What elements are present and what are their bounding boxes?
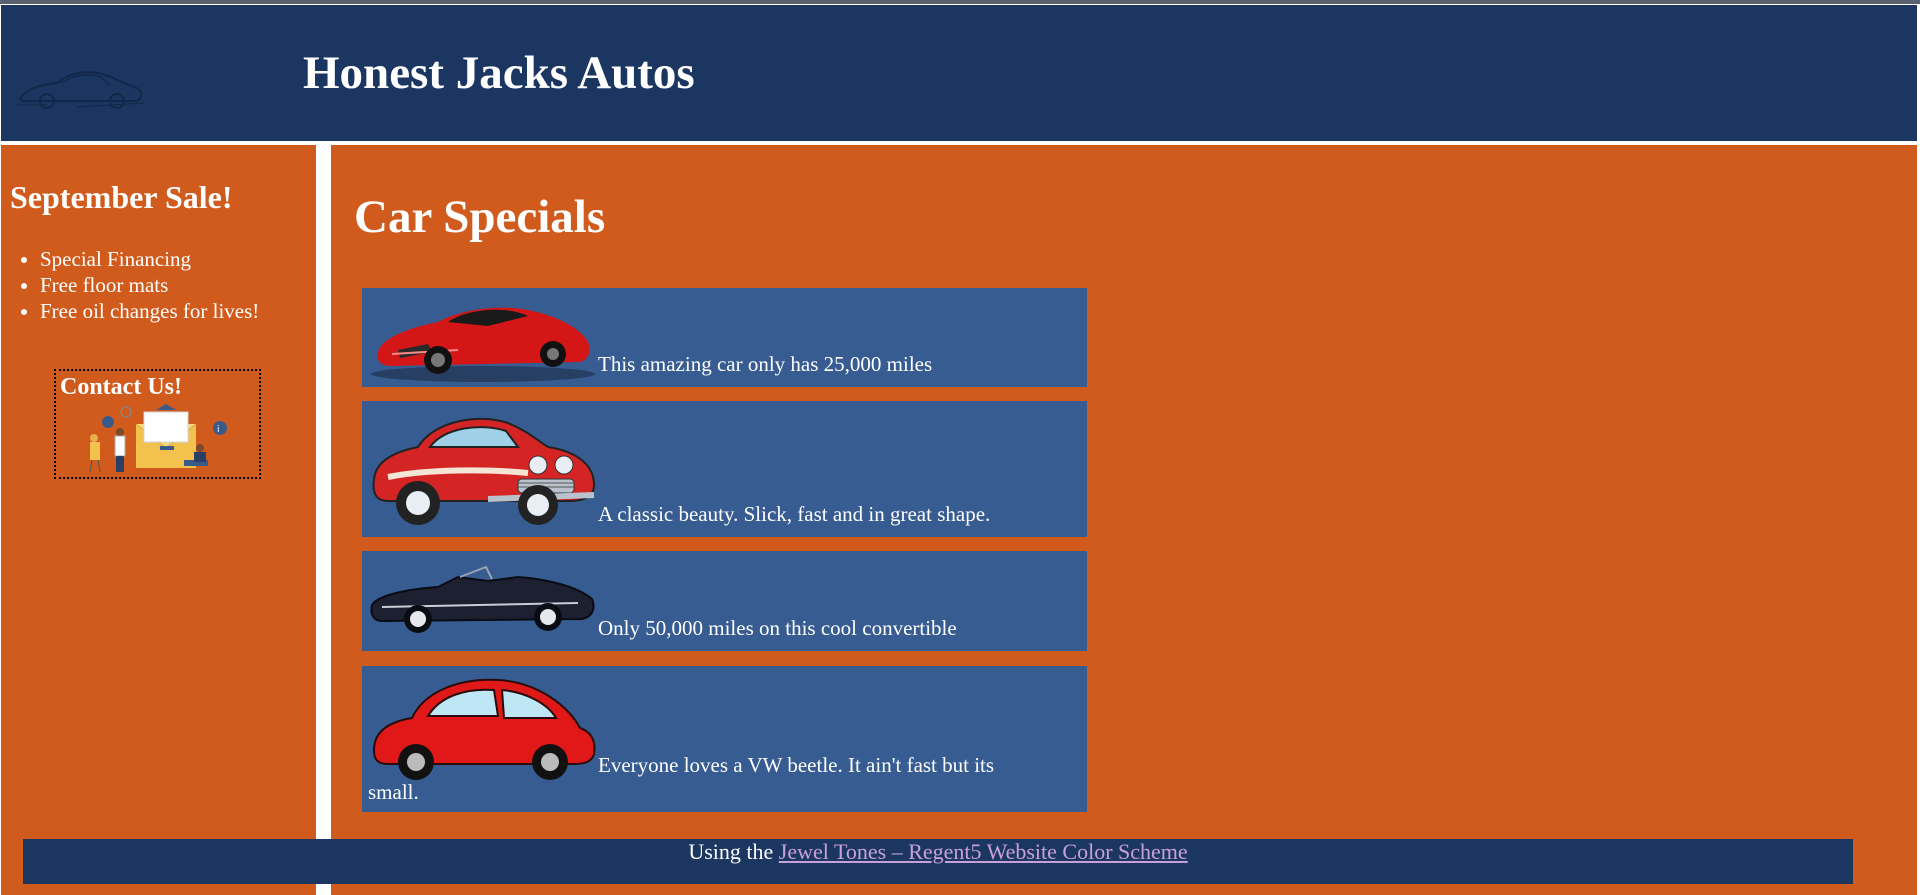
sale-list: Special Financing Free floor mats Free o… [1,246,259,324]
main-content: Car Specials This amazing car only has 2… [331,145,1917,895]
black-convertible-icon [368,557,598,647]
contact-box[interactable]: Contact Us! i [54,369,261,479]
svg-text:i: i [217,425,220,435]
sidebar: September Sale! Special Financing Free f… [1,145,316,895]
contact-illustration-icon: i [80,404,230,474]
car-card: A classic beauty. Slick, fast and in gre… [362,401,1087,537]
page-title: Car Specials [354,191,606,243]
contact-label: Contact Us! [60,374,182,400]
red-sports-car-icon [368,294,598,384]
list-item: Free oil changes for lives! [40,298,259,324]
card-text: Only 50,000 miles on this cool convertib… [598,616,957,640]
card-text: This amazing car only has 25,000 miles [598,352,933,376]
car-card: Only 50,000 miles on this cool convertib… [362,551,1087,651]
car-card: This amazing car only has 25,000 miles [362,288,1087,387]
classic-red-car-icon [368,407,598,532]
top-border [0,0,1920,4]
car-card: Everyone loves a VW beetle. It ain't fas… [362,666,1087,812]
sale-heading: September Sale! [10,179,233,215]
list-item: Free floor mats [40,272,259,298]
site-title: Honest Jacks Autos [303,47,695,99]
site-header: Honest Jacks Autos [1,5,1917,141]
list-item: Special Financing [40,246,259,272]
site-footer: Using the Jewel Tones – Regent5 Website … [23,839,1853,884]
card-text: Everyone loves a VW beetle. It ain't fas… [368,753,995,804]
footer-text: Using the [688,839,779,864]
color-scheme-link[interactable]: Jewel Tones – Regent5 Website Color Sche… [779,839,1188,864]
car-logo-icon [17,63,146,113]
card-text: A classic beauty. Slick, fast and in gre… [598,502,991,526]
